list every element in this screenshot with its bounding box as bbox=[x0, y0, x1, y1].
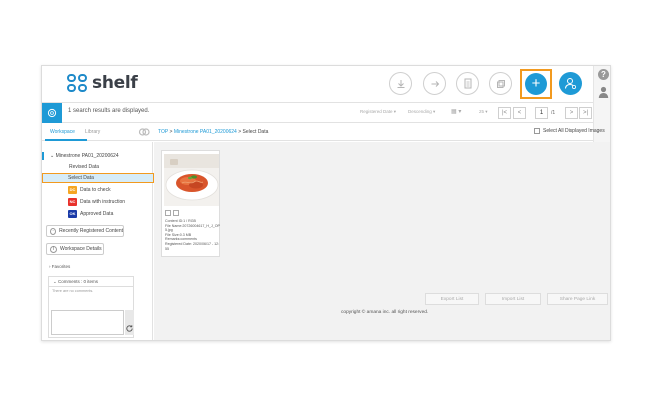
info-icon: i bbox=[50, 245, 57, 253]
view-mode-select[interactable]: ▦ ▾ bbox=[451, 108, 461, 115]
order-select[interactable]: Descending ▾ bbox=[408, 109, 435, 115]
breadcrumb-current: Select Data bbox=[242, 129, 269, 135]
user-settings-button[interactable] bbox=[559, 72, 582, 95]
share-button[interactable] bbox=[423, 72, 446, 95]
link-settings-icon[interactable] bbox=[138, 126, 150, 138]
card-actions bbox=[165, 210, 181, 216]
last-page-button[interactable]: >| bbox=[579, 107, 592, 119]
sort-select[interactable]: Registered Date ▾ bbox=[360, 109, 396, 115]
pasta-thumbnail-image[interactable] bbox=[164, 154, 219, 206]
status-item-data-to-check[interactable]: DC Data to check bbox=[68, 186, 111, 194]
results-count-text: 1 search results are displayed. bbox=[68, 108, 150, 114]
breadcrumb-separator: > bbox=[169, 129, 173, 135]
copyright-text: copyright © amana inc. all right reserve… bbox=[341, 310, 429, 315]
plus-icon: + bbox=[531, 75, 541, 92]
content-card[interactable]: Content ID:1 / RGB File Name:20726004617… bbox=[161, 150, 220, 257]
comments-empty-text: There are no comments. bbox=[52, 289, 94, 293]
breadcrumb-top[interactable]: TOP bbox=[158, 129, 168, 135]
breadcrumb-separator: > bbox=[238, 129, 242, 135]
status-label: Data with instruction bbox=[80, 199, 126, 205]
tree-item-revised-data[interactable]: Revised Data bbox=[69, 164, 99, 170]
status-label: Data to check bbox=[80, 187, 111, 193]
select-all-checkbox[interactable] bbox=[534, 128, 540, 134]
person-icon[interactable] bbox=[598, 86, 609, 98]
status-badge-nc: NC bbox=[68, 198, 77, 206]
logo-mark-icon bbox=[67, 74, 87, 92]
card-metadata: Content ID:1 / RGB File Name:20726004617… bbox=[165, 219, 220, 251]
tree-item-select-data[interactable]: Select Data bbox=[42, 173, 154, 183]
recently-registered-button[interactable]: · Recently Registered Content bbox=[46, 225, 124, 237]
download-icon bbox=[397, 79, 404, 88]
app-window: shelf + ? 1 search results are displayed… bbox=[41, 65, 611, 341]
per-page-select[interactable]: 25 ▾ bbox=[479, 109, 488, 115]
export-list-button[interactable]: Export List bbox=[425, 293, 479, 305]
header: shelf + ? bbox=[42, 66, 610, 142]
download-button[interactable] bbox=[389, 72, 412, 95]
prev-page-button[interactable]: < bbox=[513, 107, 526, 119]
logo[interactable]: shelf bbox=[67, 73, 138, 93]
select-all-control[interactable]: Select All Displayed Images bbox=[534, 128, 605, 134]
first-page-button[interactable]: |< bbox=[498, 107, 511, 119]
favorites-toggle[interactable]: › Favorites bbox=[49, 264, 70, 269]
tree-active-bar bbox=[42, 152, 44, 160]
comments-panel: ⌄ Comments : 0 items There are no commen… bbox=[48, 276, 134, 338]
help-icon[interactable]: ? bbox=[598, 69, 609, 80]
user-settings-icon bbox=[565, 78, 576, 89]
add-content-button[interactable]: + bbox=[525, 73, 547, 95]
results-toolbar: 1 search results are displayed. Register… bbox=[42, 103, 593, 123]
clock-icon: · bbox=[50, 227, 57, 235]
content-area: Content ID:1 / RGB File Name:20726004617… bbox=[154, 142, 610, 340]
page-total: /1 bbox=[551, 110, 556, 116]
breadcrumb: TOP > Minestrone PA01_20200624 > Select … bbox=[158, 129, 268, 135]
share-page-link-button[interactable]: Share Page Link bbox=[547, 293, 608, 305]
card-edit-icon[interactable] bbox=[173, 210, 179, 216]
add-content-highlight: + bbox=[520, 69, 552, 99]
card-select-checkbox[interactable] bbox=[165, 210, 171, 216]
comment-input[interactable] bbox=[51, 310, 124, 335]
duplicate-button[interactable] bbox=[489, 72, 512, 95]
comments-count: Comments : 0 items bbox=[58, 279, 99, 284]
search-button[interactable] bbox=[42, 103, 62, 123]
breadcrumb-folder[interactable]: Minestrone PA01_20200624 bbox=[174, 129, 237, 135]
status-badge-ok: OK bbox=[68, 210, 77, 218]
active-tab-indicator bbox=[45, 139, 87, 141]
tab-library[interactable]: Library bbox=[85, 129, 100, 135]
comments-header[interactable]: ⌄ Comments : 0 items bbox=[49, 277, 133, 287]
button-label: Workspace Details bbox=[60, 246, 102, 252]
tree-root-label: Minestrone PA01_20200624 bbox=[55, 153, 119, 159]
tree-root-folder[interactable]: ⌄ Minestrone PA01_20200624 bbox=[50, 153, 119, 159]
status-item-approved-data[interactable]: OK Approved Data bbox=[68, 210, 113, 218]
logo-text: shelf bbox=[92, 73, 138, 93]
tree-item-label: Select Data bbox=[68, 175, 94, 181]
page-number-input[interactable]: 1 bbox=[535, 107, 548, 119]
refresh-icon[interactable] bbox=[125, 324, 134, 333]
share-icon bbox=[431, 80, 439, 87]
button-label: Recently Registered Content bbox=[59, 228, 123, 234]
document-button[interactable] bbox=[456, 72, 479, 95]
duplicate-icon bbox=[496, 79, 505, 88]
document-icon bbox=[464, 78, 471, 89]
workspace-details-button[interactable]: i Workspace Details bbox=[46, 243, 104, 255]
import-list-button[interactable]: Import List bbox=[485, 293, 541, 305]
status-item-data-with-instruction[interactable]: NC Data with instruction bbox=[68, 198, 125, 206]
tab-bar: Workspace Library TOP > Minestrone PA01_… bbox=[42, 123, 605, 141]
tab-workspace[interactable]: Workspace bbox=[50, 129, 75, 135]
status-badge-dc: DC bbox=[68, 186, 77, 194]
select-all-label: Select All Displayed Images bbox=[543, 128, 605, 134]
status-label: Approved Data bbox=[80, 211, 114, 217]
workspace-sidebar: ⌄ Minestrone PA01_20200624 Revised Data … bbox=[42, 142, 154, 340]
search-icon bbox=[47, 108, 57, 118]
next-page-button[interactable]: > bbox=[565, 107, 578, 119]
favorites-label: Favorites bbox=[51, 264, 71, 269]
